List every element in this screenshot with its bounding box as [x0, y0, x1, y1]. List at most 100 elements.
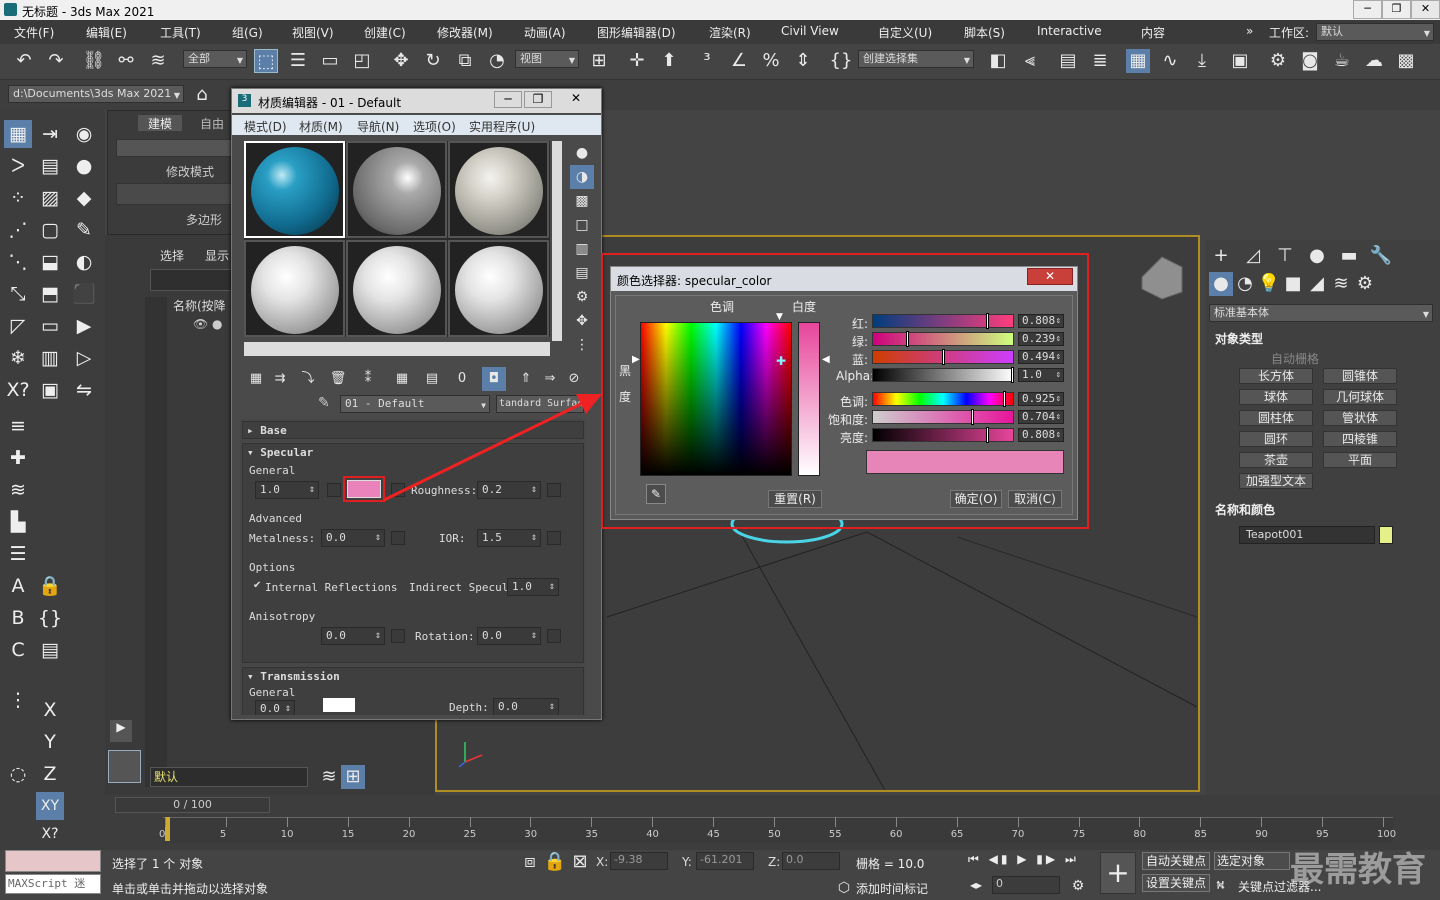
- time-tag-icon[interactable]: ⬡: [832, 876, 856, 900]
- display-icon[interactable]: ◉: [70, 120, 98, 148]
- sample-slot-6[interactable]: [448, 240, 549, 337]
- select-by-name-icon[interactable]: ☰: [286, 49, 310, 73]
- redo-icon[interactable]: ↷: [44, 49, 68, 73]
- ior-map-button[interactable]: [547, 531, 561, 545]
- dotted-circle-icon[interactable]: ◌: [4, 760, 32, 788]
- text-plus-button[interactable]: 加强型文本: [1239, 473, 1313, 489]
- blue-value[interactable]: 0.494: [1018, 350, 1064, 364]
- cameras-icon[interactable]: ■: [1281, 272, 1305, 296]
- cancel-button[interactable]: 取消(C): [1008, 490, 1062, 508]
- keyboard-shortcut-icon[interactable]: ⬆: [657, 49, 681, 73]
- select-manipulate-icon[interactable]: ✛: [625, 49, 649, 73]
- blue-slider[interactable]: [872, 349, 1014, 365]
- menu-animation[interactable]: 动画(A): [524, 24, 566, 41]
- rotation-spinner[interactable]: 0.0: [477, 627, 541, 645]
- metalness-spinner[interactable]: 0.0: [321, 529, 385, 547]
- create-tab-icon[interactable]: +: [1209, 244, 1233, 268]
- bridge-icon[interactable]: ◸: [4, 312, 32, 340]
- menu-interactive[interactable]: Interactive: [1037, 24, 1102, 38]
- make-preview-icon[interactable]: ▤: [570, 261, 594, 285]
- green-slider[interactable]: [872, 331, 1014, 347]
- move-tool-icon[interactable]: ⇥: [36, 120, 64, 148]
- ribbon-icons[interactable]: [116, 139, 236, 157]
- absolute-mode-icon[interactable]: ⊠: [568, 850, 592, 874]
- menu-rendering[interactable]: 渲染(R): [709, 24, 751, 41]
- selection-filter-dropdown[interactable]: 全部: [183, 50, 247, 69]
- playback-controls[interactable]: ⏮ ◀▮ ▶ ▮▶ ⏭: [968, 852, 1079, 867]
- material-navigator-icon[interactable]: ⋮: [570, 333, 594, 357]
- color-picker-close-button[interactable]: ✕: [1027, 268, 1073, 285]
- cone-button[interactable]: 圆锥体: [1323, 368, 1397, 384]
- geometry-icon[interactable]: ●: [1209, 272, 1233, 296]
- brush-icon[interactable]: ✎: [70, 216, 98, 244]
- backlight-icon[interactable]: ◑: [570, 165, 594, 189]
- specular-weight-map-button[interactable]: [327, 483, 341, 497]
- alpha-value[interactable]: 1.0: [1018, 368, 1064, 382]
- options-icon[interactable]: ⚙: [570, 285, 594, 309]
- object-type-title[interactable]: 对象类型: [1215, 330, 1263, 347]
- transmission-weight-spinner[interactable]: 0.0: [255, 700, 295, 715]
- selection-lock-icon[interactable]: 🔒: [543, 850, 567, 874]
- lights-icon[interactable]: 💡: [1257, 272, 1281, 296]
- set-key-button[interactable]: 设置关键点: [1142, 874, 1210, 892]
- lasso-icon[interactable]: ᐳ: [4, 152, 32, 180]
- x-coord-input[interactable]: -9.38: [610, 852, 668, 870]
- search-input[interactable]: [150, 269, 235, 291]
- reset-button[interactable]: 重置(R): [768, 490, 822, 508]
- assign-material-icon[interactable]: ⤵: [296, 367, 320, 391]
- workspace-dropdown[interactable]: 默认: [1316, 23, 1434, 42]
- maximize-button[interactable]: ❐: [1382, 0, 1411, 19]
- menu-modifiers[interactable]: 修改器(M): [437, 24, 493, 41]
- scene-explorer-icon[interactable]: ▦: [1126, 49, 1150, 73]
- red-slider[interactable]: [872, 313, 1014, 329]
- stack2-icon[interactable]: ☰: [4, 540, 32, 568]
- utilities-tab-icon[interactable]: 🔧: [1369, 244, 1393, 268]
- torus-button[interactable]: 圆环: [1239, 431, 1313, 447]
- unlink-icon[interactable]: ⚯: [114, 49, 138, 73]
- save-tool-icon[interactable]: ▤: [36, 636, 64, 664]
- isolate-icon[interactable]: ⧈: [518, 850, 542, 874]
- name-column-header[interactable]: 名称(按降: [173, 297, 226, 314]
- layers-panel-icon[interactable]: ≋: [317, 765, 341, 789]
- name-color-title[interactable]: 名称和颜色: [1215, 501, 1275, 518]
- hue-marker[interactable]: [1003, 391, 1006, 407]
- sample-slot-5[interactable]: [346, 240, 447, 337]
- viewport-preview-icon[interactable]: [108, 750, 141, 783]
- hue-pointer-icon[interactable]: ▼: [776, 312, 783, 322]
- tab-display[interactable]: 显示: [205, 247, 229, 264]
- spacewarps-icon[interactable]: ≋: [1329, 272, 1353, 296]
- cut-icon[interactable]: ⤡: [4, 280, 32, 308]
- menu-edit[interactable]: 编辑(E): [86, 24, 127, 41]
- teapot-icon[interactable]: ●: [70, 152, 98, 180]
- rendered-frame-icon[interactable]: ◙: [1298, 49, 1322, 73]
- shapes-icon[interactable]: ◔: [1233, 272, 1257, 296]
- saturation-slider[interactable]: [872, 409, 1014, 425]
- element-icon[interactable]: ⋱: [4, 248, 32, 276]
- put-material-icon[interactable]: ⇉: [268, 367, 292, 391]
- maxscript-listener[interactable]: [5, 850, 101, 872]
- modify-tab-icon[interactable]: ◿: [1241, 244, 1265, 268]
- hue-blackness-gradient[interactable]: [640, 322, 792, 476]
- render-cloud-icon[interactable]: ☁: [1362, 49, 1386, 73]
- vertex-icon[interactable]: ⁘: [4, 184, 32, 212]
- internal-reflections-checkbox[interactable]: ✔: [253, 580, 261, 591]
- named-selection-dropdown[interactable]: 创建选择集: [858, 50, 974, 69]
- green-value[interactable]: 0.239: [1018, 332, 1064, 346]
- expand-arrow-icon[interactable]: ▶: [110, 720, 132, 742]
- percent-snap-icon[interactable]: %: [759, 49, 783, 73]
- rotate-icon[interactable]: ↻: [421, 49, 445, 73]
- transmission-color-swatch[interactable]: [323, 698, 355, 712]
- menu-graph-editors[interactable]: 图形编辑器(D): [597, 24, 676, 41]
- rect-selection-icon[interactable]: ▭: [318, 49, 342, 73]
- metalness-map-button[interactable]: [391, 531, 405, 545]
- tab-modeling[interactable]: 建模: [138, 115, 182, 131]
- xy-constraint-icon[interactable]: XY: [36, 792, 64, 820]
- play-tool-icon[interactable]: ▷: [70, 344, 98, 372]
- selected-objects-dropdown[interactable]: 选定对象: [1214, 852, 1290, 870]
- anisotropy-map-button[interactable]: [391, 629, 405, 643]
- undo-icon[interactable]: ↶: [12, 49, 36, 73]
- swift-loop-icon[interactable]: ⬓: [36, 248, 64, 276]
- category-dropdown[interactable]: 标准基本体: [1209, 304, 1433, 323]
- minimize-button[interactable]: ─: [1353, 0, 1382, 19]
- project-folder-icon[interactable]: ⌂: [190, 83, 214, 107]
